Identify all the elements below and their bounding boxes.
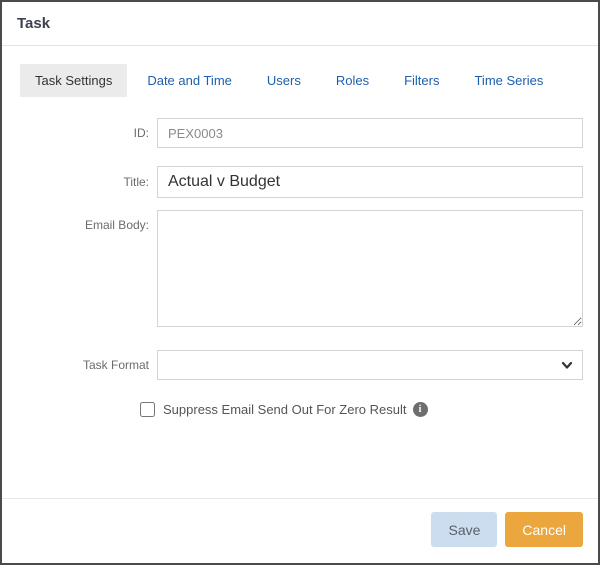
dialog-title: Task	[17, 15, 51, 32]
suppress-row: Suppress Email Send Out For Zero Result …	[140, 402, 598, 417]
dialog-content: Task Settings Date and Time Users Roles …	[2, 46, 598, 498]
save-button[interactable]: Save	[431, 512, 498, 547]
id-row: ID:	[2, 118, 598, 148]
tab-roles[interactable]: Roles	[321, 64, 384, 97]
title-field[interactable]	[157, 166, 583, 198]
id-field[interactable]	[157, 118, 583, 148]
email-body-field[interactable]	[157, 210, 583, 327]
task-format-label: Task Format	[82, 358, 149, 372]
suppress-checkbox[interactable]	[140, 402, 155, 417]
cancel-button[interactable]: Cancel	[505, 512, 583, 547]
title-label: Title:	[123, 175, 149, 189]
tab-date-and-time[interactable]: Date and Time	[132, 64, 247, 97]
tab-task-settings[interactable]: Task Settings	[20, 64, 128, 97]
info-icon[interactable]: i	[412, 402, 428, 417]
email-body-row: Email Body:	[2, 210, 598, 332]
email-body-label: Email Body:	[84, 218, 149, 232]
suppress-label: Suppress Email Send Out For Zero Result	[163, 402, 407, 417]
dialog-footer: Save Cancel	[2, 498, 598, 563]
tab-time-series[interactable]: Time Series	[459, 64, 558, 97]
dialog-header: Task	[2, 2, 598, 46]
task-format-row: Task Format	[2, 350, 598, 380]
tab-filters[interactable]: Filters	[389, 64, 454, 97]
task-format-select[interactable]	[157, 350, 583, 380]
tab-bar: Task Settings Date and Time Users Roles …	[20, 64, 583, 97]
task-dialog: Task Task Settings Date and Time Users R…	[0, 0, 600, 565]
tab-users[interactable]: Users	[252, 64, 316, 97]
title-row: Title:	[2, 166, 598, 198]
id-label: ID:	[133, 126, 149, 140]
